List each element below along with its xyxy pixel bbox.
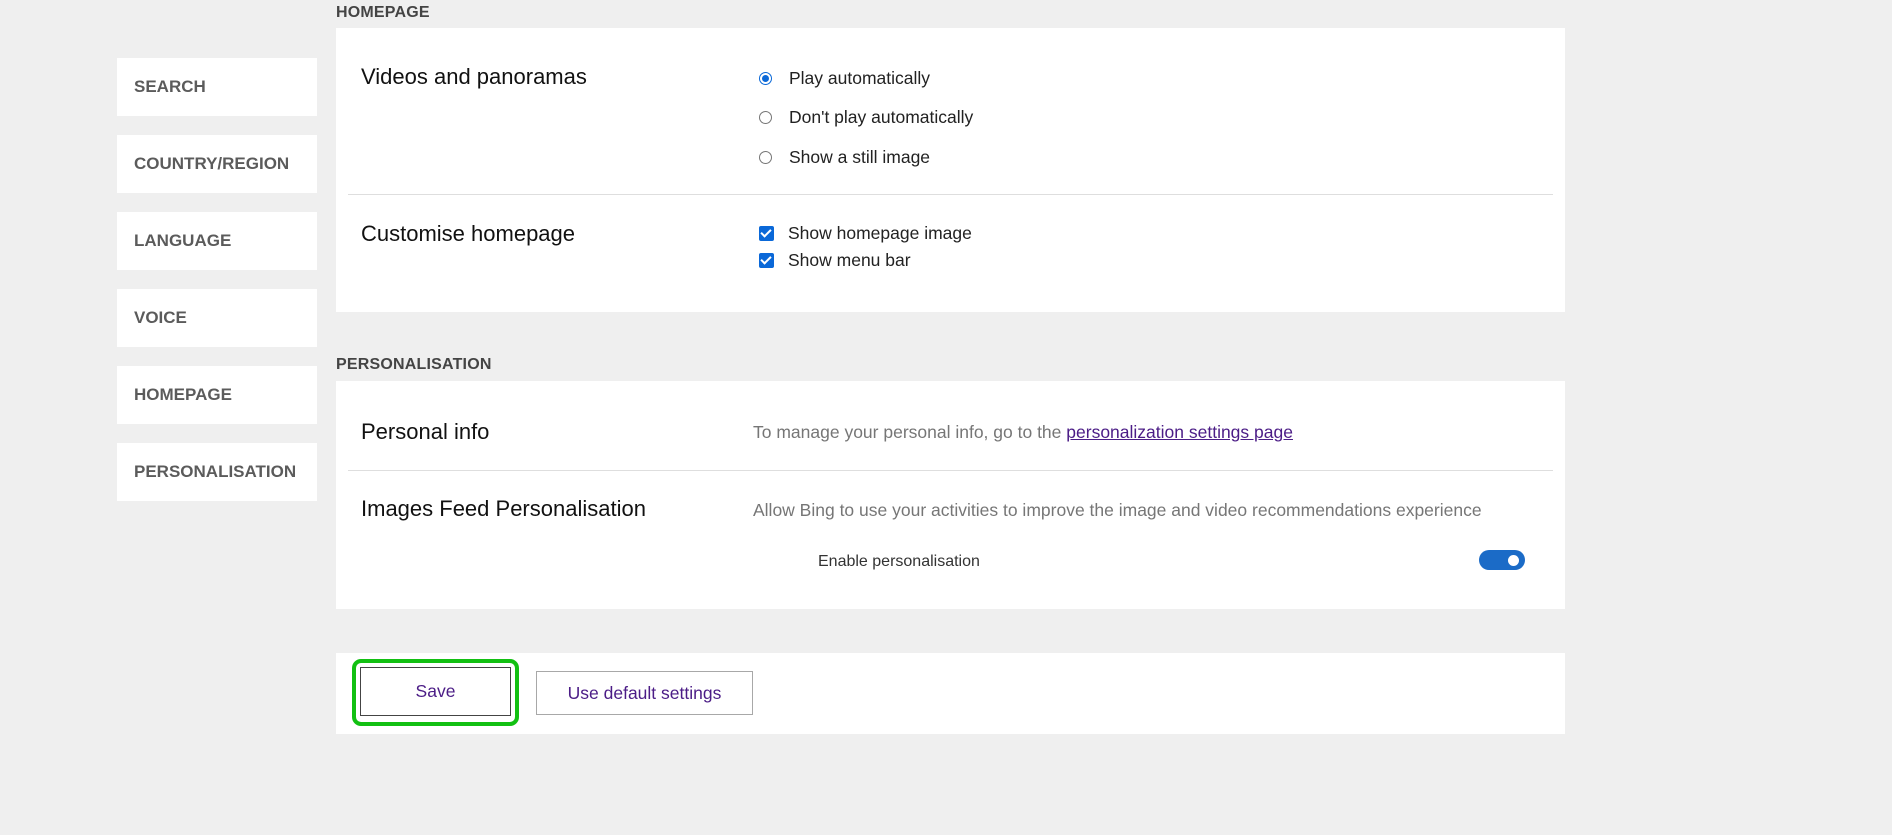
- sidebar-item-personalisation[interactable]: PERSONALISATION: [117, 443, 317, 501]
- radio-label: Show a still image: [789, 147, 931, 167]
- customise-homepage-label: Customise homepage: [361, 221, 576, 246]
- sidebar-item-label: PERSONALISATION: [134, 462, 297, 481]
- sidebar-item-label: SEARCH: [134, 77, 206, 96]
- radio-unselected-icon[interactable]: [759, 111, 772, 124]
- sidebar-item-voice[interactable]: VOICE: [117, 289, 317, 347]
- sidebar-item-homepage[interactable]: HOMEPAGE: [117, 366, 317, 424]
- personal-info-text: To manage your personal info, go to the: [753, 422, 1062, 442]
- personalisation-panel: Personal info To manage your personal in…: [336, 381, 1565, 609]
- sidebar-item-label: VOICE: [134, 308, 187, 327]
- radio-dont-play-automatically[interactable]: Don't play automatically: [759, 107, 973, 128]
- radio-label: Play automatically: [789, 68, 931, 88]
- sidebar-item-search[interactable]: SEARCH: [117, 58, 317, 116]
- enable-personalisation-toggle[interactable]: [1479, 550, 1525, 570]
- checkbox-checked-icon[interactable]: [759, 226, 774, 241]
- settings-sidebar: SEARCH COUNTRY/REGION LANGUAGE VOICE HOM…: [117, 58, 317, 520]
- personalisation-section-title: PERSONALISATION: [336, 356, 492, 373]
- checkbox-label: Show homepage image: [788, 223, 972, 243]
- sidebar-item-label: LANGUAGE: [134, 231, 232, 250]
- videos-panoramas-label: Videos and panoramas: [361, 64, 587, 89]
- sidebar-item-label: HOMEPAGE: [134, 385, 232, 404]
- personal-info-description: To manage your personal info, go to the …: [753, 422, 1293, 443]
- homepage-section-title: HOMEPAGE: [336, 4, 430, 21]
- images-feed-label: Images Feed Personalisation: [361, 496, 646, 521]
- videos-panoramas-row: Videos and panoramas Play automatically …: [348, 28, 1553, 195]
- images-feed-description: Allow Bing to use your activities to imp…: [753, 500, 1482, 520]
- radio-label: Don't play automatically: [789, 107, 974, 127]
- sidebar-item-country-region[interactable]: COUNTRY/REGION: [117, 135, 317, 193]
- personal-info-label: Personal info: [361, 419, 490, 444]
- checkbox-show-menu-bar[interactable]: Show menu bar: [759, 250, 911, 271]
- radio-show-still-image[interactable]: Show a still image: [759, 147, 930, 168]
- save-button[interactable]: Save: [360, 667, 511, 716]
- homepage-panel: Videos and panoramas Play automatically …: [336, 28, 1565, 312]
- use-default-settings-button[interactable]: Use default settings: [536, 671, 753, 715]
- radio-unselected-icon[interactable]: [759, 151, 772, 164]
- enable-personalisation-label: Enable personalisation: [818, 553, 980, 570]
- checkbox-show-homepage-image[interactable]: Show homepage image: [759, 223, 972, 244]
- images-feed-row: Images Feed Personalisation Allow Bing t…: [348, 471, 1553, 609]
- sidebar-item-label: COUNTRY/REGION: [134, 154, 290, 173]
- radio-selected-icon[interactable]: [759, 72, 772, 85]
- checkbox-checked-icon[interactable]: [759, 253, 774, 268]
- personal-info-row: Personal info To manage your personal in…: [348, 381, 1553, 471]
- checkbox-label: Show menu bar: [788, 250, 911, 270]
- sidebar-item-language[interactable]: LANGUAGE: [117, 212, 317, 270]
- customise-homepage-row: Customise homepage Show homepage image S…: [348, 195, 1553, 312]
- radio-play-automatically[interactable]: Play automatically: [759, 68, 930, 89]
- settings-page: SEARCH COUNTRY/REGION LANGUAGE VOICE HOM…: [0, 0, 1892, 835]
- actions-panel: [336, 653, 1565, 734]
- personalization-settings-link[interactable]: personalization settings page: [1066, 422, 1293, 442]
